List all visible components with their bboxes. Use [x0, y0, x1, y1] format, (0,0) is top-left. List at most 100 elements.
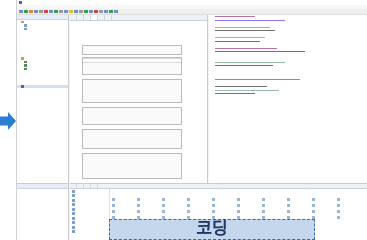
component-icon	[312, 209, 315, 213]
component-icon	[137, 209, 140, 213]
toolbar-button[interactable]	[114, 9, 118, 14]
component-icon	[337, 197, 340, 201]
component-icon	[112, 197, 115, 201]
component-icon	[112, 203, 115, 207]
component-icon	[187, 203, 190, 207]
palette-grid	[112, 196, 366, 220]
package-explorer	[17, 15, 69, 183]
file-icon	[24, 60, 27, 63]
toolbar-button[interactable]	[79, 9, 83, 14]
palette-categories	[70, 189, 110, 240]
category-icon	[72, 203, 75, 207]
component-icon	[312, 203, 315, 207]
design-editor	[70, 15, 208, 183]
section-label	[83, 108, 181, 110]
component-icon	[287, 197, 290, 201]
palette-item[interactable]	[337, 214, 362, 220]
component-icon	[137, 197, 140, 201]
form-section[interactable]	[82, 153, 182, 179]
toolbar-button[interactable]	[19, 9, 23, 14]
file-icon	[24, 64, 27, 67]
code-editor[interactable]	[209, 15, 367, 183]
ide-window	[16, 0, 367, 240]
category-icon	[72, 225, 75, 229]
toolbar-button[interactable]	[29, 9, 33, 14]
palette-category[interactable]	[70, 230, 109, 235]
package-icon	[24, 24, 27, 27]
component-icon	[187, 209, 190, 213]
toolbar-button[interactable]	[59, 9, 63, 14]
form-section[interactable]	[82, 45, 182, 55]
component-icon	[262, 203, 265, 207]
editor-tab[interactable]	[98, 15, 105, 20]
section-label	[83, 154, 181, 156]
component-icon	[237, 209, 240, 213]
component-icon	[162, 203, 165, 207]
toolbar-button[interactable]	[64, 9, 68, 14]
component-icon	[337, 209, 340, 213]
category-icon	[72, 221, 75, 225]
category-icon	[72, 194, 75, 198]
component-icon	[212, 209, 215, 213]
component-icon	[312, 197, 315, 201]
category-icon	[72, 207, 75, 211]
toolbar-button[interactable]	[109, 9, 113, 14]
category-icon	[72, 212, 75, 216]
toolbar-button[interactable]	[104, 9, 108, 14]
bottom-tab[interactable]	[91, 184, 98, 188]
component-icon	[287, 209, 290, 213]
form-section[interactable]	[82, 57, 182, 75]
section-label	[83, 130, 181, 132]
editor-tab[interactable]	[77, 15, 84, 20]
editor-tab[interactable]	[70, 15, 77, 20]
outline-panel	[17, 183, 69, 240]
form-row[interactable]	[83, 62, 181, 66]
component-icon	[162, 209, 165, 213]
section-label	[83, 80, 181, 82]
form-section[interactable]	[82, 107, 182, 125]
bottom-tab[interactable]	[84, 184, 91, 188]
toolbar-button[interactable]	[44, 9, 48, 14]
file-icon	[21, 85, 24, 88]
toolbar-button[interactable]	[84, 9, 88, 14]
bottom-tabs	[70, 184, 367, 189]
bottom-tab[interactable]	[70, 184, 77, 188]
component-icon	[262, 209, 265, 213]
editor-tab-active[interactable]	[91, 15, 98, 20]
category-icon	[72, 198, 75, 202]
editor-hint	[70, 21, 207, 25]
category-icon	[72, 216, 75, 220]
toolbar-button[interactable]	[24, 9, 28, 14]
toolbar-button[interactable]	[69, 9, 73, 14]
toolbar-button[interactable]	[89, 9, 93, 14]
arrow-right-icon	[0, 112, 16, 131]
editor-tab[interactable]	[105, 15, 112, 20]
bottom-tab[interactable]	[77, 184, 84, 188]
component-icon	[112, 209, 115, 213]
toolbar-button[interactable]	[39, 9, 43, 14]
component-icon	[187, 197, 190, 201]
app-icon	[19, 1, 22, 4]
code-line	[209, 92, 367, 96]
component-icon	[212, 197, 215, 201]
toolbar-button[interactable]	[49, 9, 53, 14]
form-section[interactable]	[82, 129, 182, 149]
toolbar-button[interactable]	[34, 9, 38, 14]
toolbar-button[interactable]	[94, 9, 98, 14]
palette-item[interactable]	[312, 214, 337, 220]
category-icon	[72, 230, 75, 234]
category-icon	[72, 189, 75, 193]
folder-icon	[21, 57, 24, 60]
form-section[interactable]	[82, 79, 182, 103]
file-icon	[24, 67, 27, 70]
component-icon	[237, 203, 240, 207]
tree-item-selected[interactable]	[17, 84, 68, 88]
component-icon	[212, 203, 215, 207]
toolbar-button[interactable]	[54, 9, 58, 14]
outline-tab[interactable]	[17, 184, 68, 189]
toolbar-button[interactable]	[99, 9, 103, 14]
component-icon	[237, 197, 240, 201]
toolbar-button[interactable]	[74, 9, 78, 14]
component-icon	[262, 197, 265, 201]
editor-tab[interactable]	[84, 15, 91, 20]
